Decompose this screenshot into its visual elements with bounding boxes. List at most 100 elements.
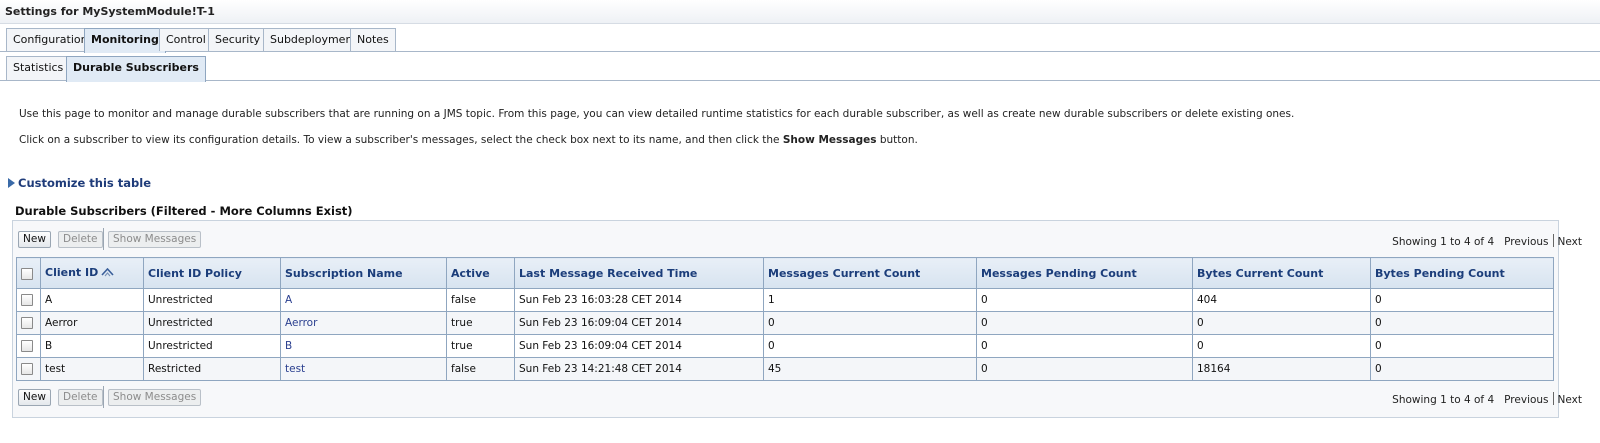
cell-messages-pending-count: 0 bbox=[976, 334, 1193, 358]
column-header-messages-current-count[interactable]: Messages Current Count bbox=[763, 257, 977, 289]
tab-control[interactable]: Control bbox=[159, 28, 213, 51]
tab-monitoring[interactable]: Monitoring bbox=[84, 28, 166, 53]
subscription-link[interactable]: test bbox=[285, 363, 305, 375]
description-line-2-prefix: Click on a subscriber to view its config… bbox=[19, 134, 783, 146]
cell-active: false bbox=[446, 288, 515, 312]
cell-subscription-name: Aerror bbox=[280, 311, 447, 335]
cell-bytes-pending-count: 0 bbox=[1370, 334, 1554, 358]
previous-link-top[interactable]: Previous bbox=[1504, 236, 1548, 248]
new-button-top[interactable]: New bbox=[18, 231, 51, 248]
customize-table-link[interactable]: Customize this table bbox=[8, 176, 151, 190]
cell-bytes-current-count: 0 bbox=[1192, 311, 1371, 335]
cell-client-id-policy: Unrestricted bbox=[143, 311, 281, 335]
cell-bytes-current-count: 18164 bbox=[1192, 357, 1371, 381]
subscription-link[interactable]: B bbox=[285, 340, 292, 352]
sort-ascending-icon[interactable] bbox=[101, 267, 114, 280]
paging-divider-bottom bbox=[1552, 392, 1554, 405]
cell-client-id: A bbox=[40, 288, 144, 312]
row-select-cell bbox=[16, 334, 41, 358]
cell-client-id-policy: Restricted bbox=[143, 357, 281, 381]
tab-notes[interactable]: Notes bbox=[350, 28, 396, 51]
subscription-link[interactable]: A bbox=[285, 294, 292, 306]
window-titlebar: Settings for MySystemModule!T-1 bbox=[0, 0, 1600, 24]
row-checkbox[interactable] bbox=[21, 317, 33, 329]
tab-security[interactable]: Security bbox=[208, 28, 268, 51]
cell-active: true bbox=[446, 334, 515, 358]
tab-statistics[interactable]: Statistics bbox=[6, 56, 71, 80]
cell-messages-current-count: 45 bbox=[763, 357, 977, 381]
cell-bytes-pending-count: 0 bbox=[1370, 357, 1554, 381]
cell-client-id: Aerror bbox=[40, 311, 144, 335]
column-header-active[interactable]: Active bbox=[446, 257, 515, 289]
cell-client-id: B bbox=[40, 334, 144, 358]
new-button-bottom[interactable]: New bbox=[18, 389, 51, 406]
column-header-client-id[interactable]: Client ID bbox=[40, 257, 144, 289]
subscription-link[interactable]: Aerror bbox=[285, 317, 317, 329]
cell-client-id: test bbox=[40, 357, 144, 381]
cell-messages-current-count: 1 bbox=[763, 288, 977, 312]
cell-subscription-name: A bbox=[280, 288, 447, 312]
main-tab-bar: Configuration Monitoring Control Securit… bbox=[0, 28, 1600, 53]
row-checkbox[interactable] bbox=[21, 294, 33, 306]
row-select-cell bbox=[16, 288, 41, 312]
tab-configuration[interactable]: Configuration bbox=[6, 28, 95, 51]
paging-status-top: Showing 1 to 4 of 4 bbox=[1392, 236, 1495, 248]
column-header-bytes-pending-count[interactable]: Bytes Pending Count bbox=[1370, 257, 1554, 289]
paging-top: Showing 1 to 4 of 4 Previous Next bbox=[1392, 234, 1582, 248]
show-messages-button-top[interactable]: Show Messages bbox=[108, 231, 202, 248]
toolbar-separator-top bbox=[103, 228, 104, 250]
previous-link-bottom[interactable]: Previous bbox=[1504, 394, 1548, 406]
cell-bytes-current-count: 0 bbox=[1192, 334, 1371, 358]
cell-client-id-policy: Unrestricted bbox=[143, 288, 281, 312]
cell-bytes-pending-count: 0 bbox=[1370, 288, 1554, 312]
next-link-top[interactable]: Next bbox=[1558, 236, 1582, 248]
column-header-client-id-policy[interactable]: Client ID Policy bbox=[143, 257, 281, 289]
cell-messages-pending-count: 0 bbox=[976, 357, 1193, 381]
cell-last-message-time: Sun Feb 23 16:09:04 CET 2014 bbox=[514, 334, 764, 358]
table-row: A Unrestricted A false Sun Feb 23 16:03:… bbox=[16, 288, 1554, 312]
delete-button-bottom[interactable]: Delete bbox=[58, 389, 103, 406]
customize-table-label: Customize this table bbox=[18, 176, 151, 190]
row-select-cell bbox=[16, 311, 41, 335]
column-header-bytes-current-count[interactable]: Bytes Current Count bbox=[1192, 257, 1371, 289]
table-row: Aerror Unrestricted Aerror true Sun Feb … bbox=[16, 311, 1554, 335]
cell-active: true bbox=[446, 311, 515, 335]
cell-subscription-name: B bbox=[280, 334, 447, 358]
cell-subscription-name: test bbox=[280, 357, 447, 381]
cell-last-message-time: Sun Feb 23 14:21:48 CET 2014 bbox=[514, 357, 764, 381]
cell-active: false bbox=[446, 357, 515, 381]
description-line-1: Use this page to monitor and manage dura… bbox=[19, 108, 1295, 120]
cell-bytes-pending-count: 0 bbox=[1370, 311, 1554, 335]
description-line-2: Click on a subscriber to view its config… bbox=[19, 134, 918, 146]
cell-bytes-current-count: 404 bbox=[1192, 288, 1371, 312]
cell-messages-pending-count: 0 bbox=[976, 311, 1193, 335]
cell-client-id-policy: Unrestricted bbox=[143, 334, 281, 358]
show-messages-button-bottom[interactable]: Show Messages bbox=[108, 389, 202, 406]
select-all-checkbox[interactable] bbox=[21, 267, 33, 280]
tab-subdeployment[interactable]: Subdeployment bbox=[263, 28, 364, 51]
tab-durable-subscribers[interactable]: Durable Subscribers bbox=[66, 56, 206, 82]
expand-triangle-icon bbox=[8, 178, 15, 188]
durable-subscribers-table: Client ID Client ID Policy Subscription … bbox=[16, 257, 1554, 381]
description-line-2-bold: Show Messages bbox=[782, 134, 877, 146]
cell-last-message-time: Sun Feb 23 16:09:04 CET 2014 bbox=[514, 311, 764, 335]
table-row: test Restricted test false Sun Feb 23 14… bbox=[16, 357, 1554, 381]
toolbar-separator-bottom bbox=[103, 386, 104, 408]
delete-button-top[interactable]: Delete bbox=[58, 231, 103, 248]
column-header-last-message-time[interactable]: Last Message Received Time bbox=[514, 257, 764, 289]
column-header-subscription-name[interactable]: Subscription Name bbox=[280, 257, 447, 289]
row-select-cell bbox=[16, 357, 41, 381]
window-title: Settings for MySystemModule!T-1 bbox=[5, 5, 215, 18]
select-all-header bbox=[16, 257, 41, 289]
paging-bottom: Showing 1 to 4 of 4 Previous Next bbox=[1392, 392, 1582, 406]
paging-status-bottom: Showing 1 to 4 of 4 bbox=[1392, 394, 1495, 406]
cell-last-message-time: Sun Feb 23 16:03:28 CET 2014 bbox=[514, 288, 764, 312]
column-header-messages-pending-count[interactable]: Messages Pending Count bbox=[976, 257, 1193, 289]
table-header-row: Client ID Client ID Policy Subscription … bbox=[16, 257, 1554, 289]
sub-tab-bar: Statistics Durable Subscribers bbox=[0, 56, 1600, 82]
paging-divider-top bbox=[1552, 234, 1554, 247]
row-checkbox[interactable] bbox=[21, 340, 33, 352]
row-checkbox[interactable] bbox=[21, 363, 33, 375]
cell-messages-current-count: 0 bbox=[763, 311, 977, 335]
next-link-bottom[interactable]: Next bbox=[1558, 394, 1582, 406]
